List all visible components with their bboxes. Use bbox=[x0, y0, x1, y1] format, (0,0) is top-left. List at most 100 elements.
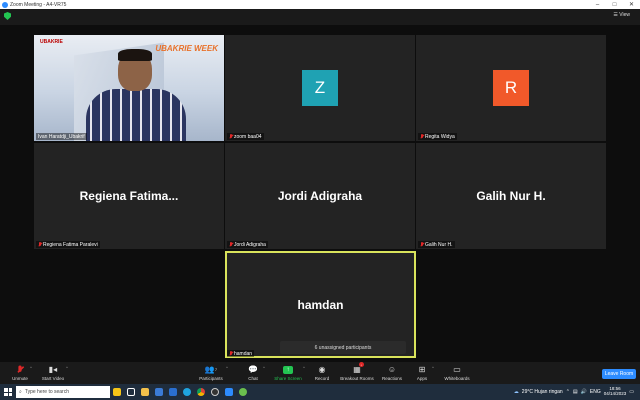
video-tile[interactable]: UBAKRIE UBAKRIE WEEK Ivan Haratdji_Ubakr… bbox=[34, 35, 224, 141]
weather-text[interactable]: 29°C Hujan ringan bbox=[522, 389, 563, 395]
reactions-icon: ☺ bbox=[387, 365, 397, 374]
system-tray: ☁ 29°C Hujan ringan ⌃ ▤ 🔊 ENG 18:56 04/1… bbox=[513, 386, 640, 397]
mic-muted-icon bbox=[38, 242, 42, 247]
record-button[interactable]: ◉ Record bbox=[302, 364, 342, 381]
participant-tile[interactable]: Jordi Adigraha Jordi Adigraha bbox=[225, 143, 415, 249]
participant-body bbox=[86, 89, 186, 141]
participant-tile[interactable]: Z zoom baa04 bbox=[225, 35, 415, 141]
unmute-label: Unmute bbox=[12, 376, 28, 381]
mic-muted-icon bbox=[420, 242, 424, 247]
chrome-browser-icon[interactable] bbox=[194, 384, 208, 400]
file-explorer-icon[interactable] bbox=[138, 384, 152, 400]
participant-tile[interactable]: Regiena Fatima... Regiena Fatima Paralev… bbox=[34, 143, 224, 249]
participant-nametag: Regita Widya bbox=[418, 133, 457, 140]
mic-muted-icon bbox=[229, 242, 233, 247]
microphone-muted-icon bbox=[18, 364, 22, 375]
notifications-icon[interactable]: ▭ bbox=[629, 389, 634, 395]
participant-name: Regiena Fatima Paralevi bbox=[43, 241, 98, 248]
windows-taskbar: ⌕ Type here to search ☁ 29°C Hujan ringa… bbox=[0, 384, 640, 400]
search-icon: ⌕ bbox=[19, 389, 22, 395]
video-options-caret-icon[interactable]: ^ bbox=[66, 365, 68, 370]
participant-name: Jordi Adigraha bbox=[234, 241, 266, 248]
participants-button[interactable]: 👥 7 Participants bbox=[191, 364, 231, 381]
zoom-app-icon[interactable] bbox=[222, 384, 236, 400]
language-indicator[interactable]: ENG bbox=[590, 389, 601, 395]
view-button[interactable]: ☰ View bbox=[613, 12, 630, 18]
avatar: R bbox=[493, 70, 529, 106]
chat-icon: 💬 bbox=[248, 365, 258, 374]
mic-muted-icon bbox=[229, 351, 233, 356]
settings-app-icon[interactable] bbox=[236, 384, 250, 400]
widgets-app-icon[interactable] bbox=[110, 384, 124, 400]
meeting-toolbar: Unmute ^ ▮◂ Start Video ^ 👥 7 Participant… bbox=[0, 362, 640, 384]
weather-icon: ☁ bbox=[513, 389, 519, 395]
view-label: View bbox=[619, 12, 630, 18]
tray-chevron-icon[interactable]: ⌃ bbox=[566, 389, 570, 395]
video-logo-text: UBAKRIE bbox=[40, 39, 63, 45]
breakout-rooms-button[interactable]: ▦ • Breakout Rooms bbox=[337, 362, 377, 381]
whiteboard-icon: ▭ bbox=[453, 365, 461, 374]
network-icon[interactable]: ▤ bbox=[573, 389, 578, 395]
participant-display-name: Regiena Fatima... bbox=[79, 189, 179, 203]
participant-nametag: Jordi Adigraha bbox=[227, 241, 268, 248]
chat-caret-icon[interactable]: ^ bbox=[263, 365, 265, 370]
volume-icon[interactable]: 🔊 bbox=[581, 389, 587, 395]
unassigned-participants-popup[interactable]: 6 unassigned participants bbox=[280, 341, 406, 354]
mic-muted-icon bbox=[420, 134, 424, 139]
close-button[interactable]: ✕ bbox=[623, 0, 640, 9]
chat-button[interactable]: 💬 Chat bbox=[233, 364, 273, 381]
record-icon: ◉ bbox=[318, 365, 326, 374]
clock[interactable]: 18:56 04/14/2023 bbox=[604, 386, 627, 397]
apps-caret-icon[interactable]: ^ bbox=[432, 365, 434, 370]
start-video-label: Start Video bbox=[41, 376, 65, 381]
mic-muted-icon bbox=[229, 134, 233, 139]
whiteboards-button[interactable]: ▭ Whiteboards bbox=[437, 364, 477, 381]
window-title: Zoom Meeting - A4-VR75 bbox=[10, 1, 67, 8]
audio-options-caret-icon[interactable]: ^ bbox=[30, 365, 32, 370]
participant-name: Regita Widya bbox=[425, 133, 455, 140]
meeting-top-strip bbox=[0, 9, 640, 25]
start-button[interactable] bbox=[0, 384, 16, 400]
minimize-button[interactable]: – bbox=[589, 0, 606, 9]
participant-nametag: Galih Nur H. bbox=[418, 241, 455, 248]
share-screen-icon: ↑ bbox=[283, 364, 293, 375]
participants-icon: 👥 7 bbox=[204, 365, 218, 374]
record-label: Record bbox=[314, 376, 330, 381]
participants-label: Participants bbox=[199, 376, 223, 381]
task-view-icon[interactable] bbox=[124, 384, 138, 400]
video-off-icon: ▮◂ bbox=[48, 365, 58, 374]
mail-icon[interactable] bbox=[166, 384, 180, 400]
participant-name: Ivan Haratdji_Ubakrif bbox=[38, 133, 85, 140]
participant-display-name: Jordi Adigraha bbox=[277, 189, 363, 203]
obs-app-icon[interactable] bbox=[208, 384, 222, 400]
participant-display-name: Galih Nur H. bbox=[476, 189, 546, 203]
participant-hair bbox=[118, 49, 152, 61]
participant-name: hamdan bbox=[234, 350, 253, 357]
participant-tile[interactable]: Galih Nur H. Galih Nur H. bbox=[416, 143, 606, 249]
apps-label: Apps bbox=[416, 376, 428, 381]
maximize-button[interactable]: □ bbox=[606, 0, 623, 9]
participant-nametag: hamdan bbox=[227, 350, 255, 357]
edge-browser-icon[interactable] bbox=[180, 384, 194, 400]
participant-nametag: Ivan Haratdji_Ubakrif bbox=[36, 133, 87, 140]
apps-icon: ⊞ bbox=[418, 365, 426, 374]
participant-display-name: hamdan bbox=[297, 297, 344, 312]
leave-room-button[interactable]: Leave Room bbox=[602, 369, 636, 379]
participants-caret-icon[interactable]: ^ bbox=[226, 365, 228, 370]
notification-badge: • bbox=[358, 362, 364, 367]
store-icon[interactable] bbox=[152, 384, 166, 400]
reactions-label: Reactions bbox=[381, 376, 402, 381]
share-screen-label: Share Screen bbox=[274, 376, 302, 381]
breakout-rooms-icon: ▦ • bbox=[353, 362, 364, 374]
participant-name: Galih Nur H. bbox=[425, 241, 453, 248]
chat-label: Chat bbox=[248, 376, 258, 381]
zoom-logo-icon bbox=[2, 1, 8, 8]
apps-button[interactable]: ⊞ Apps bbox=[402, 364, 442, 381]
participant-name: zoom baa04 bbox=[234, 133, 262, 140]
whiteboards-label: Whiteboards bbox=[444, 376, 470, 381]
windows-logo-icon bbox=[4, 388, 12, 396]
taskbar-search-box[interactable]: ⌕ Type here to search bbox=[16, 386, 110, 398]
participant-tile[interactable]: R Regita Widya bbox=[416, 35, 606, 141]
breakout-rooms-label: Breakout Rooms bbox=[340, 376, 374, 381]
title-bar: Zoom Meeting - A4-VR75 – □ ✕ bbox=[0, 0, 640, 9]
